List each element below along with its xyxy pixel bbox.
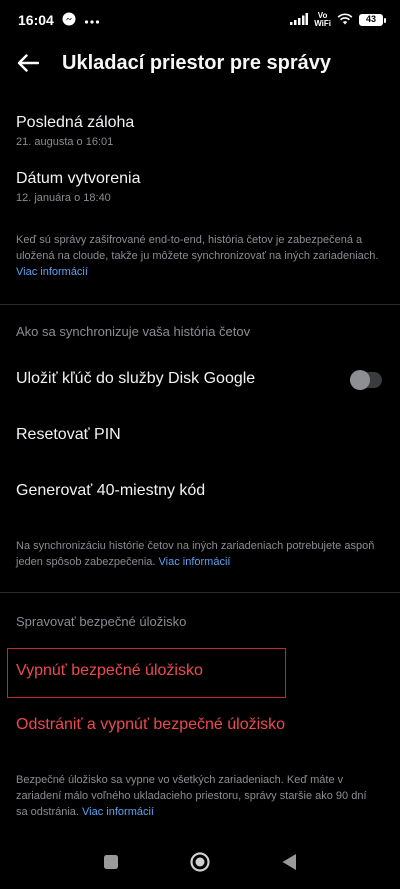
app-header: Ukladací priestor pre správy bbox=[0, 40, 400, 86]
page-title: Ukladací priestor pre správy bbox=[62, 51, 332, 74]
status-time: 16:04 bbox=[18, 12, 54, 28]
messenger-icon bbox=[62, 12, 76, 29]
generate-code-row[interactable]: Generovať 40-miestny kód bbox=[16, 482, 384, 500]
more-notifications-icon bbox=[84, 12, 100, 28]
toggle-knob bbox=[350, 370, 370, 390]
sync-section-header: Ako sa synchronizuje vaša história četov bbox=[16, 324, 251, 339]
google-drive-toggle[interactable] bbox=[350, 370, 382, 390]
circle-icon bbox=[190, 851, 210, 872]
system-nav-bar bbox=[0, 839, 400, 889]
generate-code-label: Generovať 40-miestny kód bbox=[16, 482, 206, 499]
square-icon bbox=[104, 854, 118, 869]
google-drive-label: Uložiť kľúč do služby Disk Google bbox=[16, 370, 256, 387]
triangle-back-icon bbox=[282, 853, 296, 870]
vowifi-indicator: Vo WiFi bbox=[314, 12, 331, 28]
arrow-left-icon bbox=[17, 54, 39, 72]
turn-off-secure-storage-row[interactable]: Vypnúť bezpečné úložisko bbox=[16, 662, 384, 680]
manage-more-info-link[interactable]: Viac informácií bbox=[82, 806, 154, 818]
reset-pin-row[interactable]: Resetovať PIN bbox=[16, 426, 384, 444]
battery-level: 43 bbox=[359, 14, 383, 26]
backup-description: Keď sú správy zašifrované end-to-end, hi… bbox=[16, 232, 382, 280]
backup-description-text: Keď sú správy zašifrované end-to-end, hi… bbox=[16, 234, 379, 262]
last-backup-label: Posledná záloha bbox=[16, 114, 135, 131]
status-right: Vo WiFi 43 bbox=[290, 12, 386, 28]
backup-more-info-link[interactable]: Viac informácií bbox=[16, 266, 88, 278]
turn-off-secure-storage-label: Vypnúť bezpečné úložisko bbox=[16, 662, 203, 679]
back-nav-button[interactable] bbox=[281, 853, 297, 876]
delete-secure-storage-label: Odstrániť a vypnúť bezpečné úložisko bbox=[16, 716, 286, 733]
wifi-icon bbox=[337, 12, 353, 28]
last-backup-value: 21. augusta o 16:01 bbox=[16, 136, 114, 148]
recent-apps-button[interactable] bbox=[103, 854, 119, 875]
created-date-label: Dátum vytvorenia bbox=[16, 170, 141, 187]
divider bbox=[0, 592, 400, 593]
status-bar: 16:04 Vo WiFi 43 bbox=[0, 0, 400, 40]
manage-section-header: Spravovať bezpečné úložisko bbox=[16, 614, 187, 629]
google-drive-row[interactable]: Uložiť kľúč do služby Disk Google bbox=[16, 370, 384, 388]
battery-cap bbox=[384, 17, 386, 23]
sync-description: Na synchronizáciu histórie četov na inýc… bbox=[16, 538, 378, 570]
battery-indicator: 43 bbox=[359, 14, 386, 26]
reset-pin-label: Resetovať PIN bbox=[16, 426, 121, 443]
back-button[interactable] bbox=[0, 40, 56, 86]
vowifi-bottom: WiFi bbox=[314, 19, 331, 28]
delete-secure-storage-row[interactable]: Odstrániť a vypnúť bezpečné úložisko bbox=[16, 716, 384, 734]
home-button[interactable] bbox=[189, 851, 211, 878]
signal-icon bbox=[290, 12, 309, 28]
last-backup-row: Posledná záloha 21. augusta o 16:01 bbox=[16, 114, 384, 148]
status-left: 16:04 bbox=[18, 12, 100, 29]
manage-description: Bezpečné úložisko sa vypne vo všetkých z… bbox=[16, 772, 380, 820]
created-date-row: Dátum vytvorenia 12. januára o 18:40 bbox=[16, 170, 384, 204]
divider bbox=[0, 304, 400, 305]
manage-description-text: Bezpečné úložisko sa vypne vo všetkých z… bbox=[16, 774, 367, 818]
created-date-value: 12. januára o 18:40 bbox=[16, 192, 111, 204]
sync-more-info-link[interactable]: Viac informácií bbox=[159, 556, 231, 568]
